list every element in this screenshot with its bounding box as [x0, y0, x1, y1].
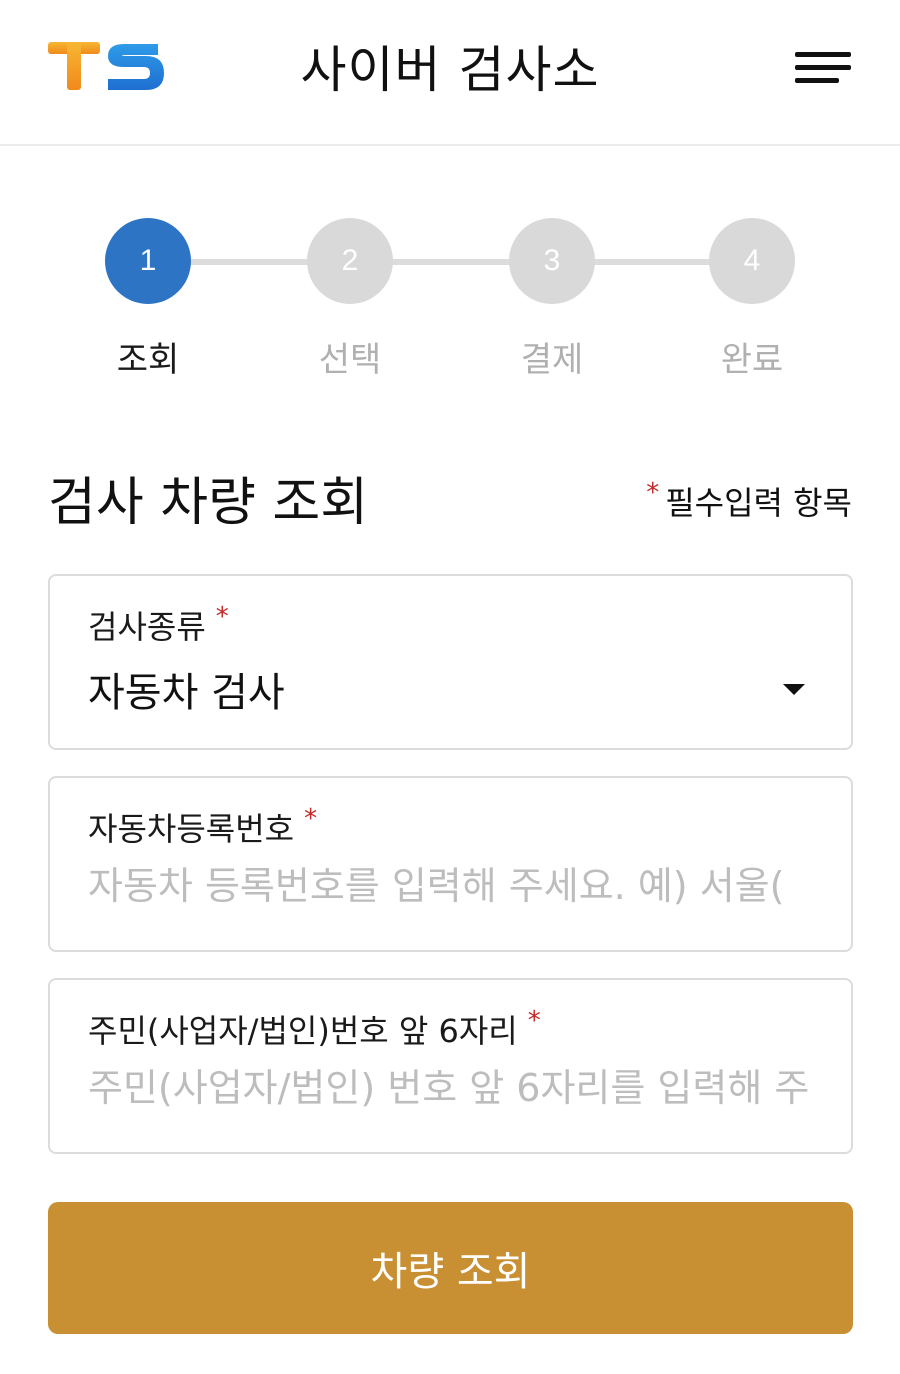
step-2-select: 2 선택 [250, 210, 450, 381]
section-title: 검사 차량 조회 [48, 473, 369, 533]
step-4-complete: 4 완료 [652, 210, 852, 381]
app-header: 사이버 검사소 [0, 0, 900, 146]
resident-number-field: 주민(사업자/법인)번호 앞 6자리 * [48, 978, 853, 1154]
resident-number-label-text: 주민(사업자/법인)번호 앞 6자리 [88, 1012, 518, 1050]
required-fields-note: * 필수입력 항목 [646, 478, 852, 524]
vehicle-number-label: 자동차등록번호 * [88, 804, 323, 850]
step-label: 선택 [318, 340, 382, 380]
resident-number-label: 주민(사업자/법인)번호 앞 6자리 * [88, 1006, 547, 1052]
inspection-type-label: 검사종류 * [88, 602, 235, 648]
vehicle-number-label-text: 자동차등록번호 [88, 810, 295, 848]
step-label: 조회 [116, 340, 180, 380]
required-asterisk: * [304, 804, 318, 834]
vehicle-search-button[interactable]: 차량 조회 [48, 1202, 853, 1334]
hamburger-menu-icon[interactable] [790, 46, 854, 92]
inspection-type-select[interactable]: 검사종류 * 자동차 검사 [48, 574, 853, 750]
step-1-inquiry: 1 조회 [48, 210, 248, 381]
dropdown-arrow-icon[interactable] [783, 684, 805, 695]
inspection-type-label-text: 검사종류 [88, 608, 206, 646]
step-label: 완료 [720, 340, 784, 380]
step-number: 2 [307, 218, 393, 304]
vehicle-number-input[interactable] [88, 858, 818, 914]
required-asterisk: * [646, 478, 660, 508]
required-asterisk: * [215, 602, 229, 632]
step-number: 3 [509, 218, 595, 304]
required-asterisk: * [527, 1006, 541, 1036]
resident-number-input[interactable] [88, 1060, 818, 1116]
required-note-text: 필수입력 항목 [665, 484, 852, 522]
step-label: 결제 [520, 340, 584, 380]
vehicle-number-field: 자동차등록번호 * [48, 776, 853, 952]
step-3-payment: 3 결제 [452, 210, 652, 381]
step-number: 4 [709, 218, 795, 304]
page-title: 사이버 검사소 [300, 41, 600, 99]
inspection-type-value: 자동차 검사 [88, 670, 285, 716]
step-number: 1 [105, 218, 191, 304]
progress-stepper: 1 조회 2 선택 3 결제 4 완료 [0, 210, 900, 390]
